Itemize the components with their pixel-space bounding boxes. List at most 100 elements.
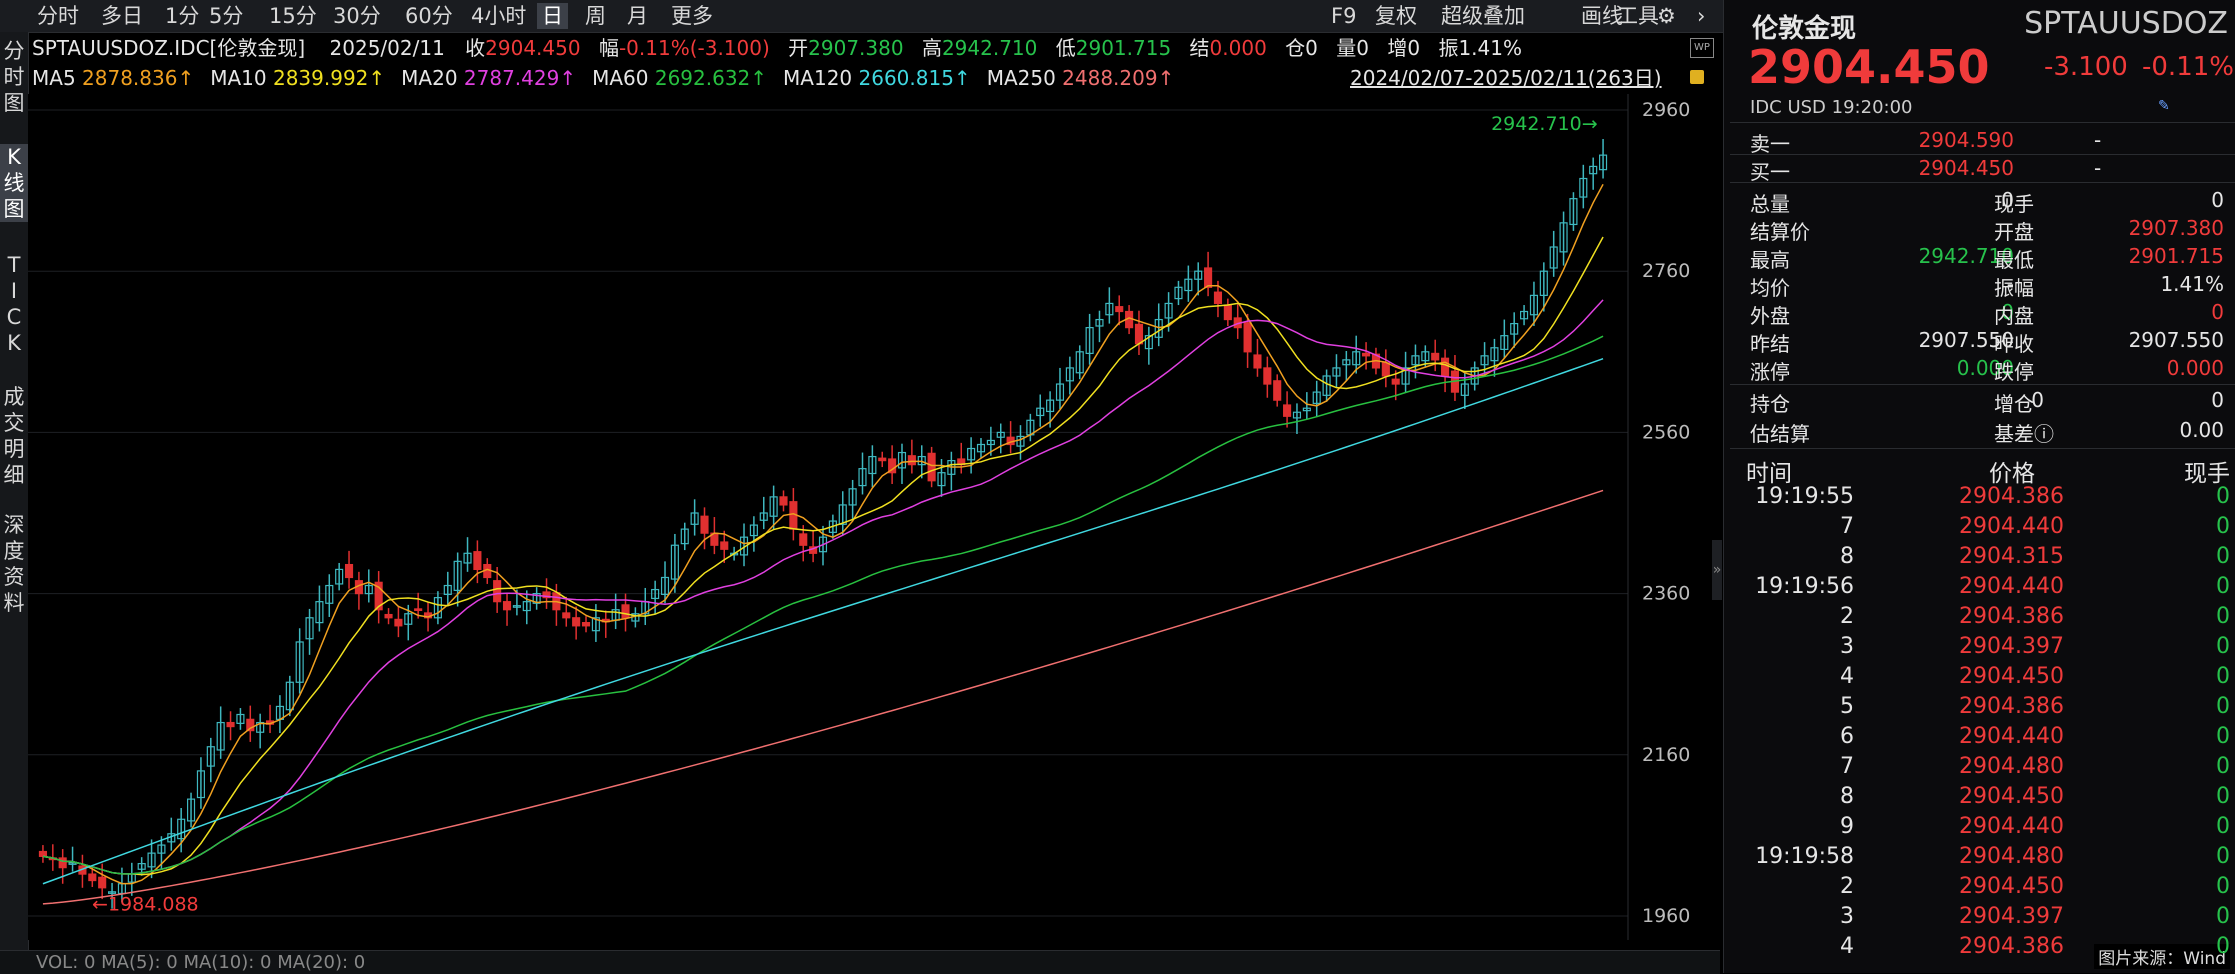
- period-tab-5[interactable]: 30分: [328, 3, 386, 29]
- period-tab-0[interactable]: 分时: [32, 3, 84, 29]
- symbol-name: SPTAUUSDOZ.IDC[伦敦金现]: [32, 36, 306, 60]
- tick-qty: 0: [2216, 934, 2230, 959]
- chevron-right-icon[interactable]: ›: [1692, 3, 1710, 29]
- settle-value: 0.000: [1209, 36, 1267, 60]
- candle-body: [581, 622, 591, 627]
- stat-right-value-2: 2901.715: [2128, 244, 2224, 268]
- ask-price: 2904.590: [1918, 128, 2014, 152]
- left-tab-3[interactable]: 成交明细: [0, 384, 28, 488]
- wp-icon[interactable]: WP: [1690, 38, 1714, 58]
- tick-qty: 0: [2216, 514, 2230, 539]
- period-tab-2[interactable]: 1分: [160, 3, 204, 29]
- period-tab-8[interactable]: 日: [537, 3, 568, 29]
- y-tick-label: 2360: [1642, 583, 1690, 605]
- tick-time: 8: [1840, 544, 1854, 569]
- oi-label: 仓: [1285, 36, 1306, 60]
- stat-left-value-0: 0: [2001, 188, 2014, 212]
- tick-price: 2904.386: [1959, 934, 2064, 959]
- tick-price: 2904.450: [1959, 664, 2064, 689]
- period-tab-4[interactable]: 15分: [264, 3, 322, 29]
- candle-body: [720, 541, 729, 550]
- left-tab-4[interactable]: 深度资料: [0, 512, 28, 616]
- tool-button-0[interactable]: F9: [1326, 3, 1361, 29]
- date-range[interactable]: 2024/02/07-2025/02/11(263日): [1350, 64, 1662, 92]
- ma-label-4: MA120: [783, 66, 859, 90]
- open-value: 2907.380: [808, 36, 904, 60]
- last-price: 2904.450: [1748, 40, 1990, 94]
- tick-time: 8: [1840, 784, 1854, 809]
- price-change: -3.100: [2044, 52, 2128, 82]
- edit-icon[interactable]: ✎: [2158, 98, 2174, 114]
- candle-body: [473, 551, 482, 571]
- ma-label-5: MA250: [986, 66, 1063, 90]
- candle-body: [1431, 352, 1440, 361]
- stat-left-value-5: 2907.550: [1918, 328, 2014, 352]
- close-label: 收: [465, 36, 486, 60]
- tick-price: 2904.440: [1959, 574, 2064, 599]
- ma-value-0: 2878.836↑: [82, 66, 195, 90]
- bid-label: 买一: [1750, 160, 1790, 184]
- tool-button-1[interactable]: 复权: [1370, 3, 1422, 29]
- tick-price: 2904.386: [1959, 694, 2064, 719]
- stat-left-value-3: -: [2006, 272, 2014, 296]
- settle-label: 结: [1189, 36, 1210, 60]
- period-tab-11[interactable]: 更多: [666, 3, 718, 29]
- candle-body: [1115, 306, 1124, 313]
- tick-time: 5: [1840, 694, 1854, 719]
- open-label: 开: [788, 36, 809, 60]
- candle-body: [98, 876, 107, 889]
- basis-label: 基差ⓘ: [1994, 422, 2054, 446]
- left-tab-2[interactable]: TICK: [0, 252, 28, 356]
- candle-body: [384, 613, 393, 619]
- candle-body: [779, 496, 788, 506]
- stat-left-label-0: 总量: [1750, 192, 1790, 216]
- period-tab-6[interactable]: 60分: [400, 3, 458, 29]
- stat-left-value-6: 0.000: [1956, 356, 2014, 380]
- quote-line: SPTAUUSDOZ.IDC[伦敦金现] 2025/02/11 收2904.45…: [32, 34, 1522, 62]
- period-tab-1[interactable]: 多日: [96, 3, 148, 29]
- candle-body: [226, 721, 235, 728]
- stat-right-label-5: 昨收: [1994, 332, 2034, 356]
- candle-body: [1283, 404, 1292, 417]
- tool-button-2[interactable]: 超级叠加: [1436, 3, 1530, 29]
- tick-price: 2904.450: [1959, 784, 2064, 809]
- kline-chart[interactable]: 2960 2760 2560 2360 2160 1960 2942.710→ ←1984.0…: [28, 94, 1720, 940]
- high-value: 2942.710: [941, 36, 1038, 60]
- price-change-pct: -0.11%: [2142, 52, 2234, 82]
- basis-value: 0.00: [2179, 418, 2224, 442]
- stat-left-label-1: 结算价: [1750, 220, 1810, 244]
- lock-icon[interactable]: [1690, 70, 1704, 84]
- period-toolbar: 分时 多日 1分 5分 15分 30分 60分 4小时日周月更多 F9 复权 超级叠加 画线 工具 ⚙ ›: [0, 0, 1723, 33]
- candle-body: [1273, 380, 1282, 401]
- period-tab-10[interactable]: 月: [622, 3, 653, 29]
- gear-icon[interactable]: ⚙: [1652, 3, 1681, 29]
- tick-time: 19:19:58: [1755, 844, 1854, 869]
- left-tab-1[interactable]: K线图: [0, 144, 28, 222]
- stat-right-value-4: 0: [2211, 300, 2224, 324]
- period-tab-9[interactable]: 周: [580, 3, 611, 29]
- left-tab-0[interactable]: 分时图: [0, 38, 28, 116]
- collapse-handle[interactable]: »: [1712, 540, 1722, 600]
- change-value: -0.11%(-3.100): [618, 36, 770, 60]
- candle-body: [907, 455, 916, 466]
- candle-body: [878, 457, 887, 462]
- oi-label: 持仓: [1750, 392, 1790, 416]
- candle-body: [799, 533, 808, 546]
- stat-right-label-2: 最低: [1994, 248, 2034, 272]
- stat-left-label-6: 涨停: [1750, 360, 1790, 384]
- oi-value: 0: [1305, 36, 1318, 60]
- stat-right-value-6: 0.000: [2166, 356, 2224, 380]
- volume-value: 0: [1356, 36, 1369, 60]
- period-tab-7[interactable]: 4小时: [466, 3, 531, 29]
- indicator-bar: VOL: 0 MA(5): 0 MA(10): 0 MA(20): 0: [0, 950, 1720, 974]
- ticks-header-time: 时间: [1746, 461, 1792, 487]
- candle-body: [1134, 323, 1144, 345]
- candle-body: [1362, 352, 1371, 357]
- tick-time: 19:19:56: [1755, 574, 1854, 599]
- instrument-code: SPTAUUSDOZ: [2024, 6, 2228, 41]
- high-label: 高: [921, 36, 942, 60]
- candle-body: [394, 618, 403, 627]
- tick-time: 6: [1840, 724, 1854, 749]
- period-tab-3[interactable]: 5分: [204, 3, 248, 29]
- volume-label: 量: [1336, 36, 1357, 60]
